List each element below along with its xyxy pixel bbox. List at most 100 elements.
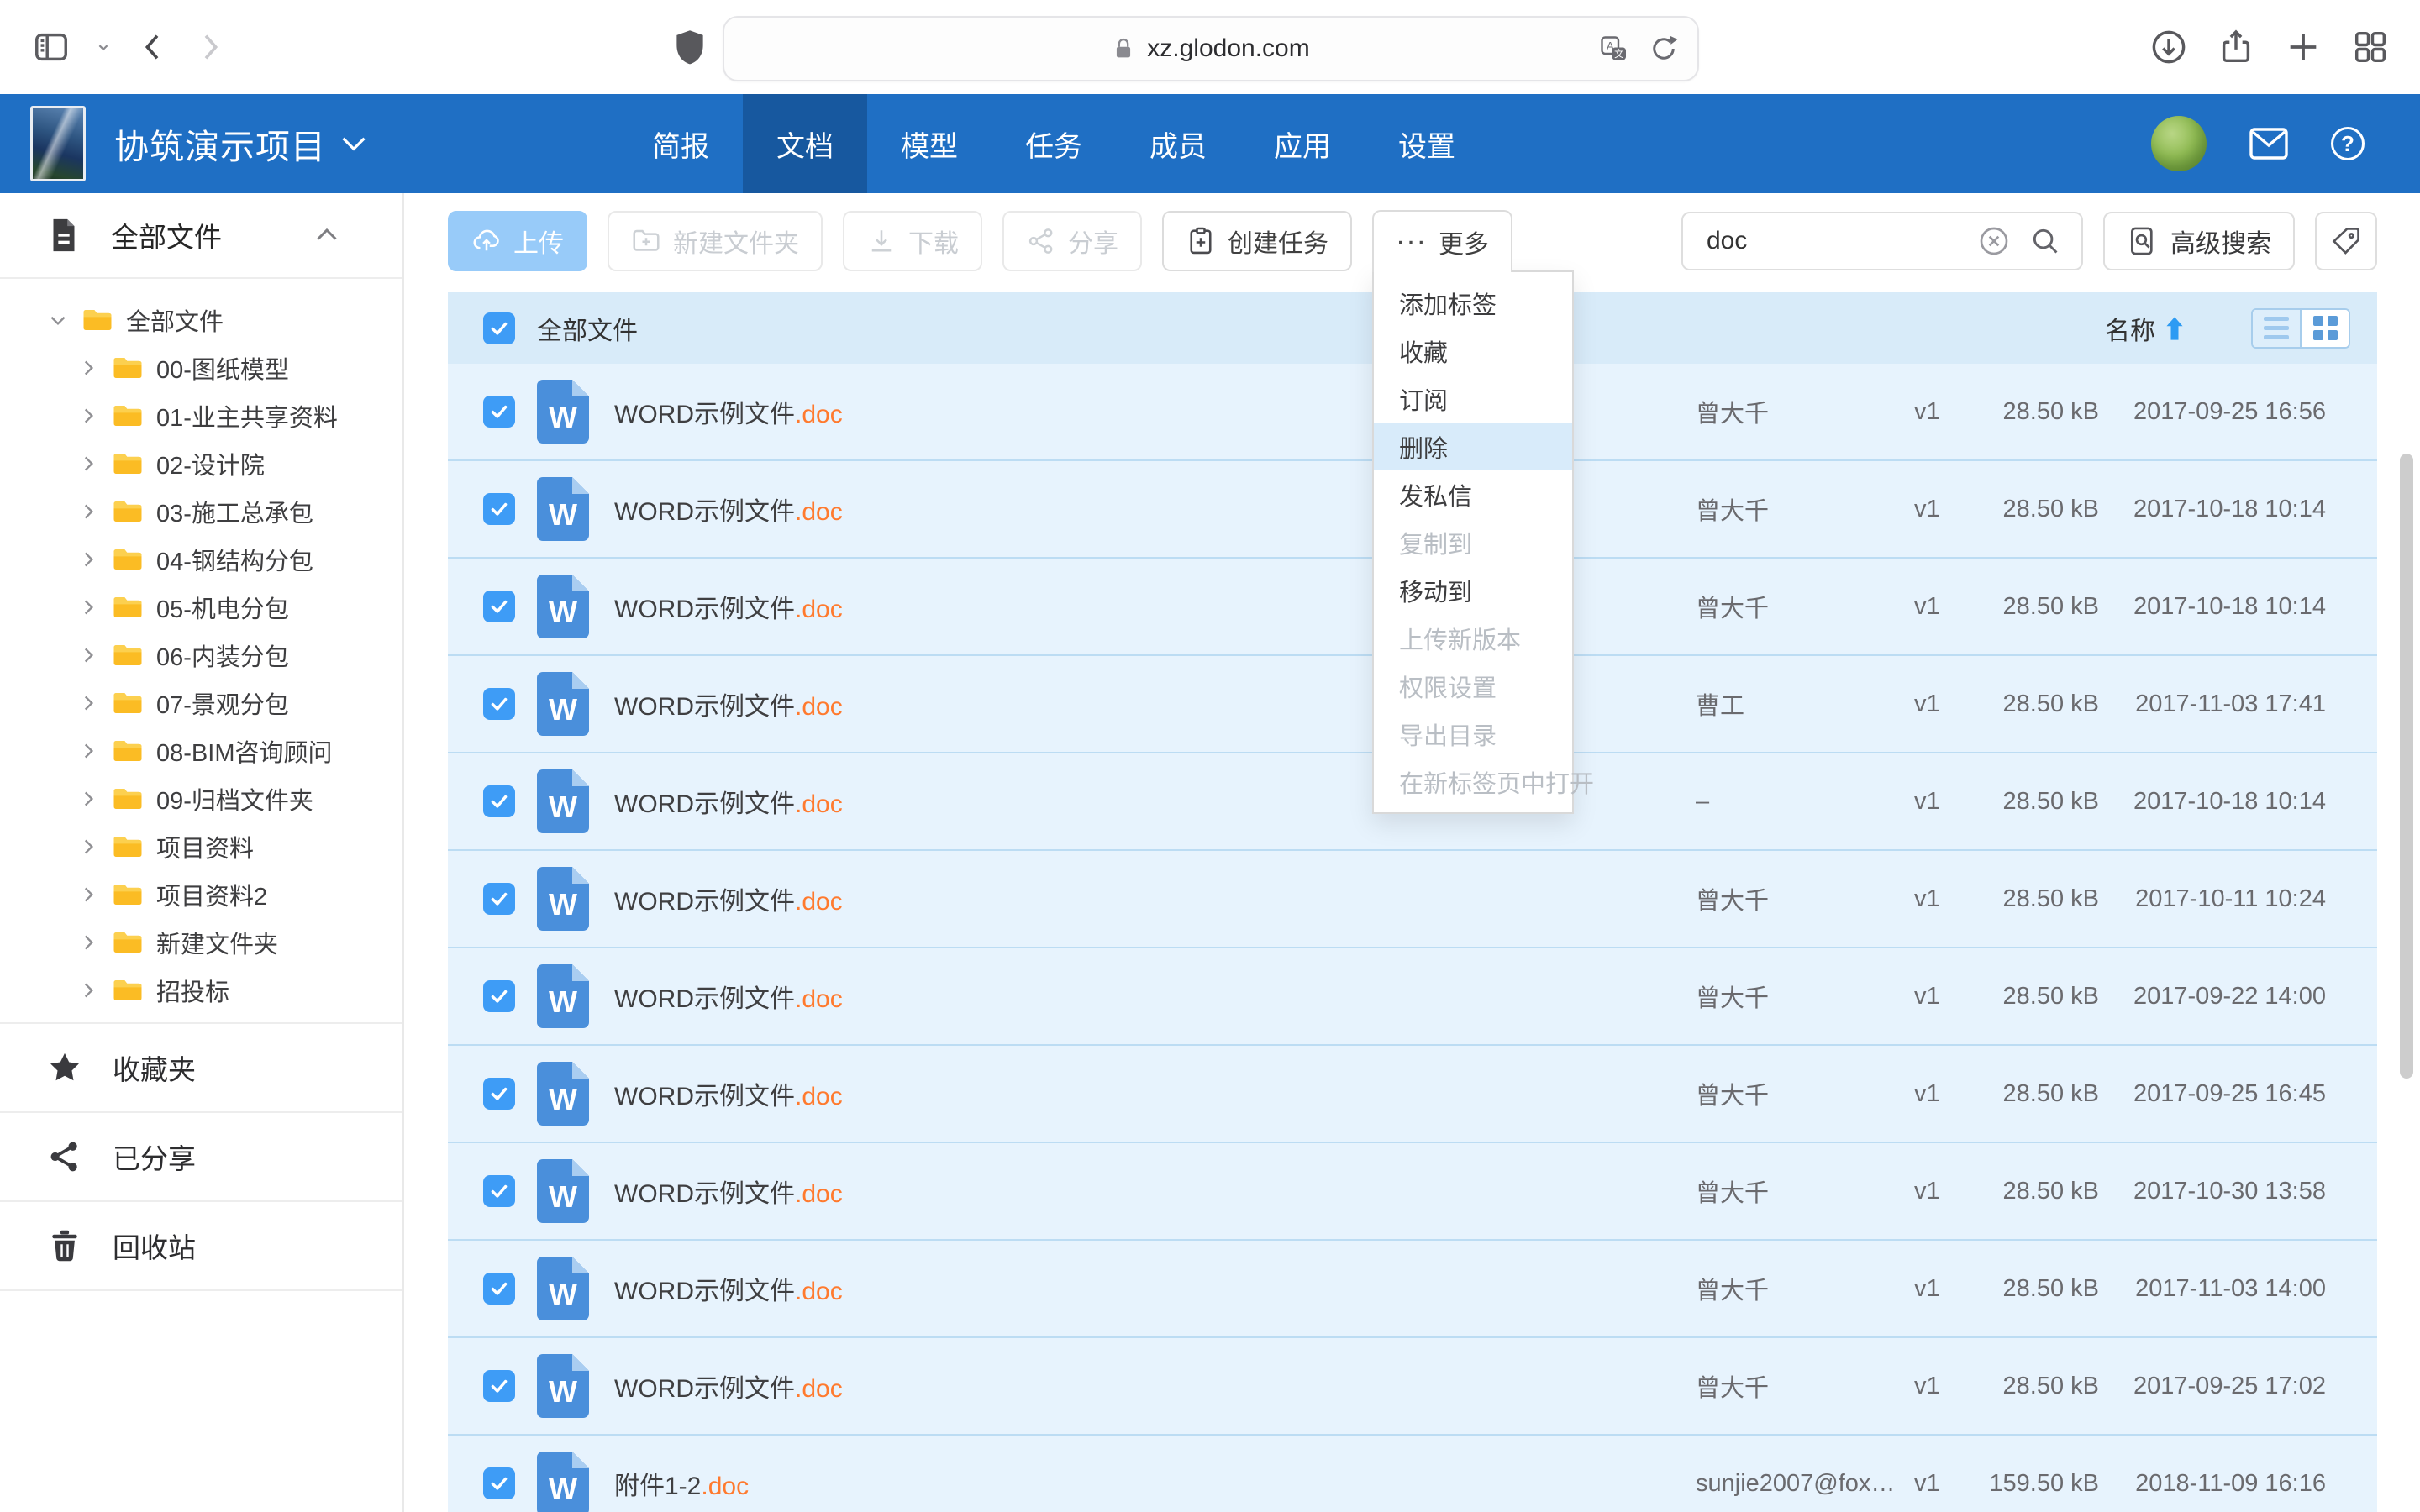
file-row[interactable]: W WORD示例文件.doc 曾大千 v1 28.50 kB 2017-10-3… xyxy=(448,1143,2377,1241)
chevron-right-icon[interactable] xyxy=(77,644,99,666)
tab-overview-icon[interactable] xyxy=(2351,28,2390,66)
row-checkbox[interactable] xyxy=(483,883,515,915)
menu-item[interactable]: 发私信 xyxy=(1374,470,1572,518)
tree-folder-item[interactable]: 01-业主共享资料 xyxy=(0,391,402,439)
sidebar-toggle-icon[interactable] xyxy=(32,28,71,66)
file-row[interactable]: W WORD示例文件.doc 曾大千 v1 28.50 kB 2017-09-2… xyxy=(448,1338,2377,1436)
chevron-right-icon[interactable] xyxy=(77,692,99,714)
nav-tab[interactable]: 任务 xyxy=(992,94,1116,193)
share-button[interactable]: 分享 xyxy=(1002,211,1142,271)
search-input[interactable] xyxy=(1683,226,1977,256)
file-row[interactable]: W WORD示例文件.doc 曾大千 v1 28.50 kB 2017-09-2… xyxy=(448,1046,2377,1143)
file-row[interactable]: W WORD示例文件.doc 曾大千 v1 28.50 kB 2017-11-0… xyxy=(448,1241,2377,1338)
menu-item[interactable]: 复制到 xyxy=(1374,518,1572,566)
tree-folder-item[interactable]: 03-施工总承包 xyxy=(0,487,402,535)
chevron-right-icon[interactable] xyxy=(77,932,99,953)
tree-folder-item[interactable]: 09-归档文件夹 xyxy=(0,774,402,822)
sort-control[interactable]: 名称 xyxy=(2105,310,2184,347)
row-checkbox[interactable] xyxy=(483,785,515,817)
tree-folder-item[interactable]: 招投标 xyxy=(0,966,402,1014)
tree-folder-item[interactable]: 05-机电分包 xyxy=(0,583,402,631)
row-checkbox[interactable] xyxy=(483,1467,515,1499)
advanced-search-button[interactable]: 高级搜索 xyxy=(2103,212,2295,270)
row-checkbox[interactable] xyxy=(483,1273,515,1305)
nav-tab[interactable]: 成员 xyxy=(1116,94,1240,193)
row-checkbox[interactable] xyxy=(483,688,515,720)
messages-icon[interactable] xyxy=(2249,127,2289,160)
privacy-shield-icon[interactable] xyxy=(669,26,711,68)
address-bar[interactable]: xz.glodon.com A文 xyxy=(723,16,1699,81)
menu-item[interactable]: 删除 xyxy=(1374,423,1572,470)
reload-icon[interactable] xyxy=(1649,34,1679,64)
chevron-up-icon[interactable] xyxy=(312,220,342,250)
translate-icon[interactable]: A文 xyxy=(1598,34,1628,64)
chevron-right-icon[interactable] xyxy=(77,405,99,427)
tree-root-all-files[interactable]: 全部文件 xyxy=(0,296,402,344)
sidebar-item-favorites[interactable]: 收藏夹 xyxy=(0,1022,402,1111)
search-icon[interactable] xyxy=(2029,225,2061,257)
chevron-right-icon[interactable] xyxy=(77,453,99,475)
chevron-down-icon[interactable] xyxy=(47,309,69,331)
list-view-button[interactable] xyxy=(2253,310,2302,347)
select-all-checkbox[interactable] xyxy=(483,312,515,344)
user-avatar[interactable] xyxy=(2151,116,2207,171)
tree-folder-item[interactable]: 07-景观分包 xyxy=(0,679,402,727)
download-button[interactable]: 下载 xyxy=(843,211,982,271)
file-row[interactable]: W WORD示例文件.doc 曾大千 v1 28.50 kB 2017-10-1… xyxy=(448,851,2377,948)
sidebar-dropdown-icon[interactable] xyxy=(94,38,113,56)
tree-folder-item[interactable]: 项目资料2 xyxy=(0,870,402,918)
file-row[interactable]: W 附件1-2.doc sunjie2007@foxmai... v1 159.… xyxy=(448,1436,2377,1512)
nav-tab[interactable]: 简报 xyxy=(618,94,743,193)
tree-folder-item[interactable]: 06-内装分包 xyxy=(0,631,402,679)
file-row[interactable]: W WORD示例文件.doc 曾大千 v1 28.50 kB 2017-09-2… xyxy=(448,948,2377,1046)
nav-tab[interactable]: 应用 xyxy=(1240,94,1365,193)
chevron-right-icon[interactable] xyxy=(77,884,99,906)
nav-tab[interactable]: 模型 xyxy=(867,94,992,193)
chevron-right-icon[interactable] xyxy=(77,979,99,1001)
chevron-right-icon[interactable] xyxy=(77,788,99,810)
row-checkbox[interactable] xyxy=(483,1078,515,1110)
new-tab-icon[interactable] xyxy=(2284,28,2323,66)
tree-folder-item[interactable]: 新建文件夹 xyxy=(0,918,402,966)
chevron-right-icon[interactable] xyxy=(77,740,99,762)
menu-item[interactable]: 收藏 xyxy=(1374,327,1572,375)
tree-folder-item[interactable]: 04-钢结构分包 xyxy=(0,535,402,583)
menu-item[interactable]: 导出目录 xyxy=(1374,710,1572,758)
tag-filter-button[interactable] xyxy=(2315,212,2377,270)
chevron-right-icon[interactable] xyxy=(77,836,99,858)
tree-folder-item[interactable]: 08-BIM咨询顾问 xyxy=(0,727,402,774)
upload-button[interactable]: 上传 xyxy=(448,211,587,271)
row-checkbox[interactable] xyxy=(483,396,515,428)
tree-folder-item[interactable]: 02-设计院 xyxy=(0,439,402,487)
grid-view-button[interactable] xyxy=(2302,310,2349,347)
menu-item[interactable]: 添加标签 xyxy=(1374,279,1572,327)
page-scrollbar-thumb[interactable] xyxy=(2400,454,2413,1079)
tree-folder-item[interactable]: 项目资料 xyxy=(0,822,402,870)
clear-search-icon[interactable] xyxy=(1977,224,2011,258)
row-checkbox[interactable] xyxy=(483,1175,515,1207)
menu-item[interactable]: 订阅 xyxy=(1374,375,1572,423)
chevron-right-icon[interactable] xyxy=(77,549,99,570)
forward-button[interactable] xyxy=(193,30,227,64)
sidebar-item-recycle[interactable]: 回收站 xyxy=(0,1200,402,1291)
project-switcher[interactable]: 协筑演示项目 xyxy=(114,118,366,169)
new-folder-button[interactable]: 新建文件夹 xyxy=(608,211,823,271)
row-checkbox[interactable] xyxy=(483,1370,515,1402)
share-icon[interactable] xyxy=(2217,28,2255,66)
row-checkbox[interactable] xyxy=(483,980,515,1012)
menu-item[interactable]: 移动到 xyxy=(1374,566,1572,614)
nav-tab[interactable]: 设置 xyxy=(1365,94,1489,193)
create-task-button[interactable]: 创建任务 xyxy=(1162,211,1352,271)
tree-folder-item[interactable]: 00-图纸模型 xyxy=(0,344,402,391)
sidebar-section-all-files[interactable]: 全部文件 xyxy=(0,193,402,279)
help-icon[interactable]: ? xyxy=(2331,127,2365,160)
more-button[interactable]: 更多 xyxy=(1372,210,1512,272)
row-checkbox[interactable] xyxy=(483,591,515,622)
chevron-right-icon[interactable] xyxy=(77,501,99,522)
back-button[interactable] xyxy=(136,30,170,64)
nav-tab[interactable]: 文档 xyxy=(743,94,867,193)
chevron-right-icon[interactable] xyxy=(77,596,99,618)
sidebar-item-shared[interactable]: 已分享 xyxy=(0,1111,402,1200)
menu-item[interactable]: 权限设置 xyxy=(1374,662,1572,710)
menu-item[interactable]: 上传新版本 xyxy=(1374,614,1572,662)
